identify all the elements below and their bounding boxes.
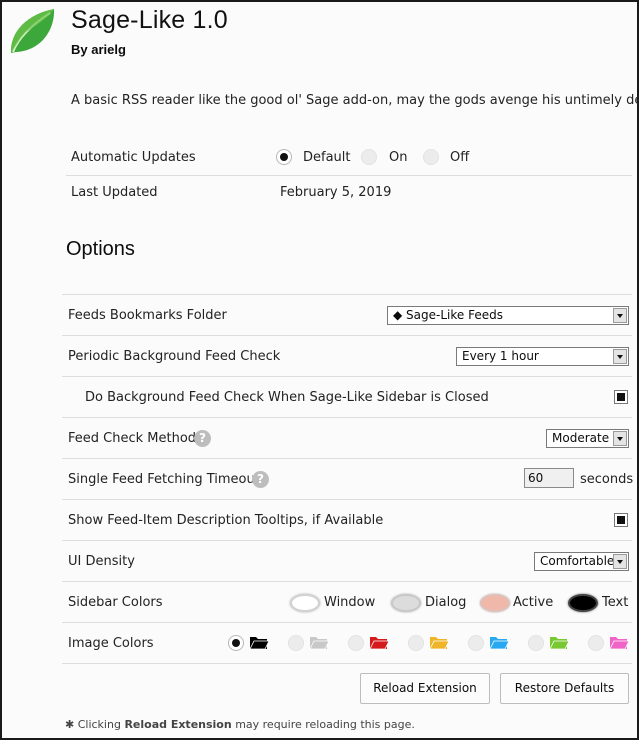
- timeout-unit-label: seconds: [580, 472, 634, 487]
- update-on-radio[interactable]: [361, 149, 377, 165]
- restore-defaults-button[interactable]: Restore Defaults: [500, 673, 629, 704]
- update-default-radio[interactable]: [276, 149, 292, 165]
- footnote: ✱ Clicking Reload Extension may require …: [65, 718, 415, 731]
- feed-check-method-select[interactable]: Moderate: [546, 429, 629, 448]
- image-color-radio-pink[interactable]: [588, 635, 604, 651]
- help-icon[interactable]: ?: [194, 430, 211, 447]
- addon-author: By arielg: [71, 42, 126, 57]
- bookmarks-folder-label: Feeds Bookmarks Folder: [68, 308, 227, 323]
- update-default-label: Default: [303, 150, 351, 165]
- timeout-input[interactable]: 60: [524, 468, 574, 488]
- text-color-label: Text: [602, 595, 629, 610]
- addon-description: A basic RSS reader like the good ol' Sag…: [71, 93, 639, 108]
- image-color-radio-red[interactable]: [348, 635, 364, 651]
- footnote-bold: Reload Extension: [124, 718, 232, 731]
- image-color-radio-yellow[interactable]: [408, 635, 424, 651]
- tooltips-checkbox[interactable]: [614, 513, 628, 527]
- divider: [66, 175, 632, 176]
- image-color-radio-green[interactable]: [528, 635, 544, 651]
- footnote-suffix: may require reloading this page.: [235, 718, 415, 731]
- ui-density-value: Comfortable: [540, 554, 615, 568]
- bookmarks-folder-select[interactable]: ◆ Sage-Like Feeds: [387, 306, 629, 325]
- help-icon[interactable]: ?: [252, 471, 269, 488]
- periodic-check-select[interactable]: Every 1 hour: [456, 347, 629, 366]
- divider: [62, 499, 632, 500]
- options-heading: Options: [66, 238, 135, 260]
- window-color-label: Window: [324, 595, 376, 610]
- active-color-swatch[interactable]: [480, 594, 510, 612]
- dialog-color-label: Dialog: [425, 595, 467, 610]
- background-check-closed-label: Do Background Feed Check When Sage-Like …: [85, 390, 489, 405]
- feed-check-method-label: Feed Check Method: [68, 431, 197, 446]
- tooltips-label: Show Feed-Item Description Tooltips, if …: [68, 513, 384, 528]
- gray-folder-icon: [309, 637, 329, 650]
- text-color-swatch[interactable]: [568, 594, 598, 612]
- footnote-prefix: ✱ Clicking: [65, 718, 121, 731]
- divider: [62, 335, 632, 336]
- red-folder-icon: [369, 637, 389, 650]
- last-updated-label: Last Updated: [71, 185, 158, 200]
- sidebar-colors-label: Sidebar Colors: [68, 595, 163, 610]
- yellow-folder-icon: [429, 637, 449, 650]
- update-off-label: Off: [450, 150, 470, 165]
- periodic-check-label: Periodic Background Feed Check: [68, 349, 281, 364]
- chevron-down-icon: [613, 349, 627, 364]
- image-colors-label: Image Colors: [68, 636, 154, 651]
- addon-name: Sage-Like: [71, 6, 186, 34]
- divider: [62, 622, 632, 623]
- divider: [62, 540, 632, 541]
- divider: [62, 458, 632, 459]
- divider: [62, 663, 632, 664]
- feed-check-method-value: Moderate: [552, 431, 610, 445]
- chevron-down-icon: [613, 554, 627, 569]
- ui-density-label: UI Density: [68, 554, 135, 569]
- image-color-radio-blue[interactable]: [468, 635, 484, 651]
- image-color-radio-black[interactable]: [228, 635, 244, 651]
- image-color-radio-gray[interactable]: [288, 635, 304, 651]
- automatic-updates-label: Automatic Updates: [71, 150, 196, 165]
- black-folder-icon: [249, 637, 269, 650]
- divider: [62, 581, 632, 582]
- divider: [62, 417, 632, 418]
- dialog-color-swatch[interactable]: [391, 594, 421, 612]
- blue-folder-icon: [489, 637, 509, 650]
- background-check-closed-checkbox[interactable]: [614, 390, 628, 404]
- update-on-label: On: [389, 150, 408, 165]
- divider: [62, 294, 632, 295]
- divider: [62, 376, 632, 377]
- green-folder-icon: [549, 637, 569, 650]
- reload-extension-button[interactable]: Reload Extension: [360, 673, 490, 704]
- addon-title: Sage-Like 1.0: [71, 6, 228, 35]
- sage-leaf-logo-icon: [10, 9, 55, 53]
- ui-density-select[interactable]: Comfortable: [534, 552, 629, 571]
- pink-folder-icon: [609, 637, 629, 650]
- chevron-down-icon: [613, 308, 627, 323]
- bookmarks-folder-value: ◆ Sage-Like Feeds: [393, 308, 503, 322]
- update-off-radio[interactable]: [423, 149, 439, 165]
- periodic-check-value: Every 1 hour: [462, 349, 539, 363]
- active-color-label: Active: [513, 595, 554, 610]
- last-updated-value: February 5, 2019: [280, 185, 392, 200]
- timeout-label: Single Feed Fetching Timeout: [68, 472, 260, 487]
- window-color-swatch[interactable]: [290, 594, 320, 612]
- chevron-down-icon: [613, 431, 627, 446]
- addon-version: 1.0: [192, 6, 228, 34]
